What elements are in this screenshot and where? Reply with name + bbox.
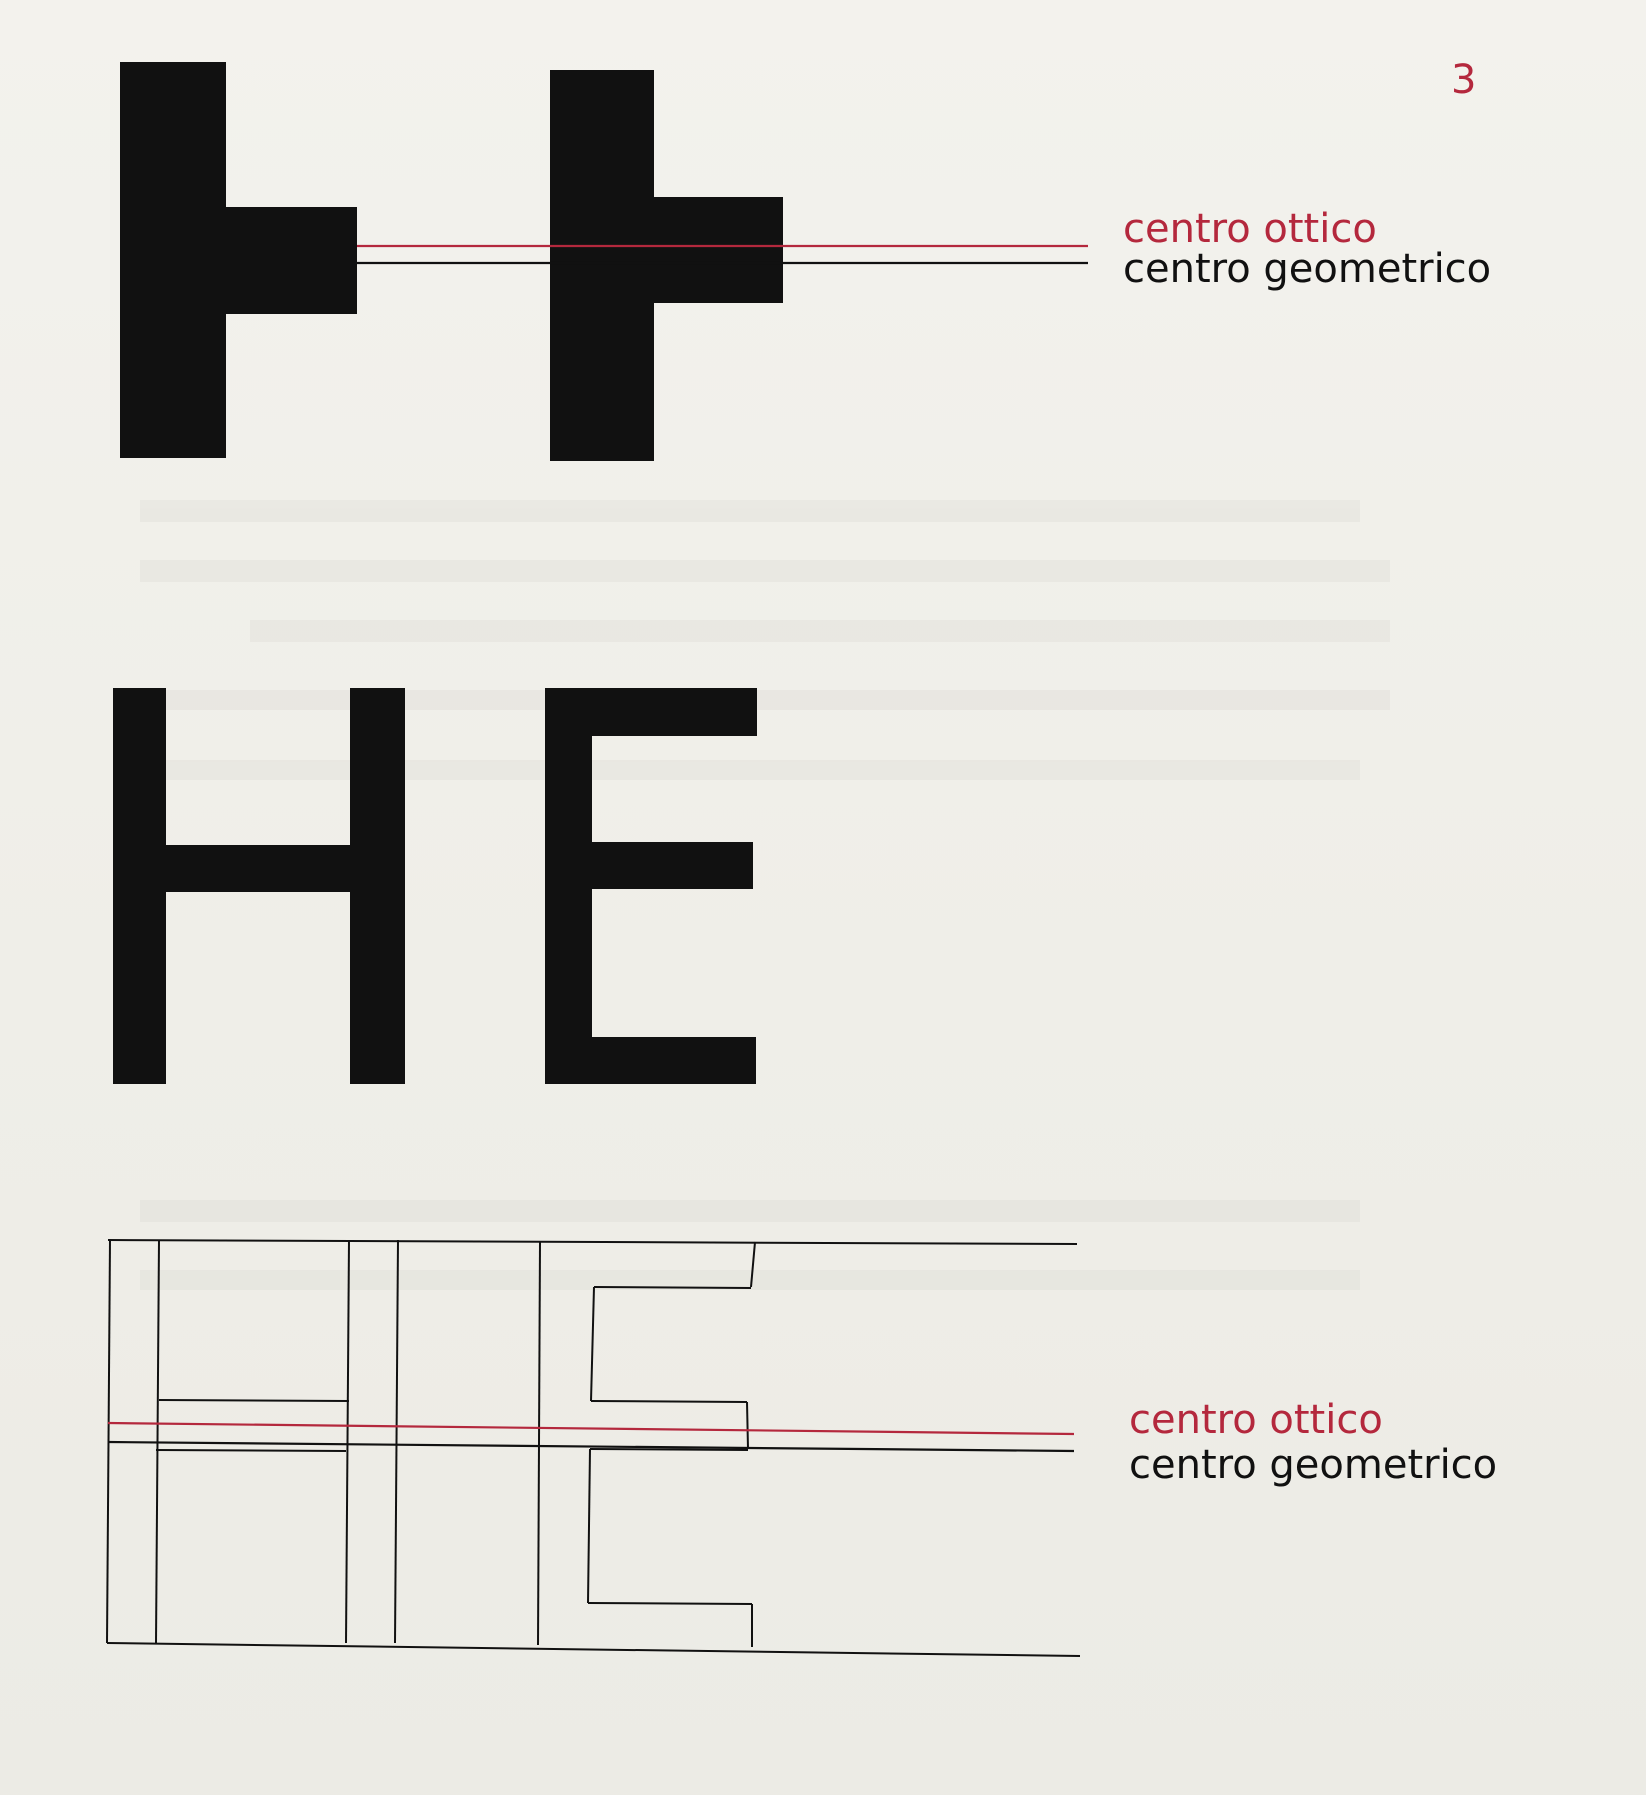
show-through-text <box>140 500 1390 1290</box>
outline-letter-e <box>537 1241 756 1647</box>
top-geometric-center-label: centro geometrico <box>1123 246 1491 292</box>
diagram-page: centro ottico centro geometrico 3 centro… <box>0 0 1646 1795</box>
top-guideline <box>107 1239 1078 1245</box>
bottom-guideline <box>106 1642 1081 1657</box>
page-number: 3 <box>1451 57 1476 103</box>
top-left-t-shape <box>120 62 357 458</box>
bottom-outline-letters <box>106 1239 1081 1657</box>
middle-letters <box>113 688 757 1084</box>
letter-h-large <box>113 688 405 1084</box>
bottom-geometric-center-label: centro geometrico <box>1129 1442 1497 1488</box>
top-right-t-shape <box>550 70 783 461</box>
bottom-optical-center-line <box>107 1421 1075 1436</box>
centering-diagram: centro ottico centro geometrico 3 centro… <box>106 57 1497 1657</box>
top-shapes: centro ottico centro geometrico <box>120 62 1491 461</box>
bottom-optical-center-label: centro ottico <box>1129 1397 1383 1443</box>
letter-e-large <box>545 688 757 1084</box>
